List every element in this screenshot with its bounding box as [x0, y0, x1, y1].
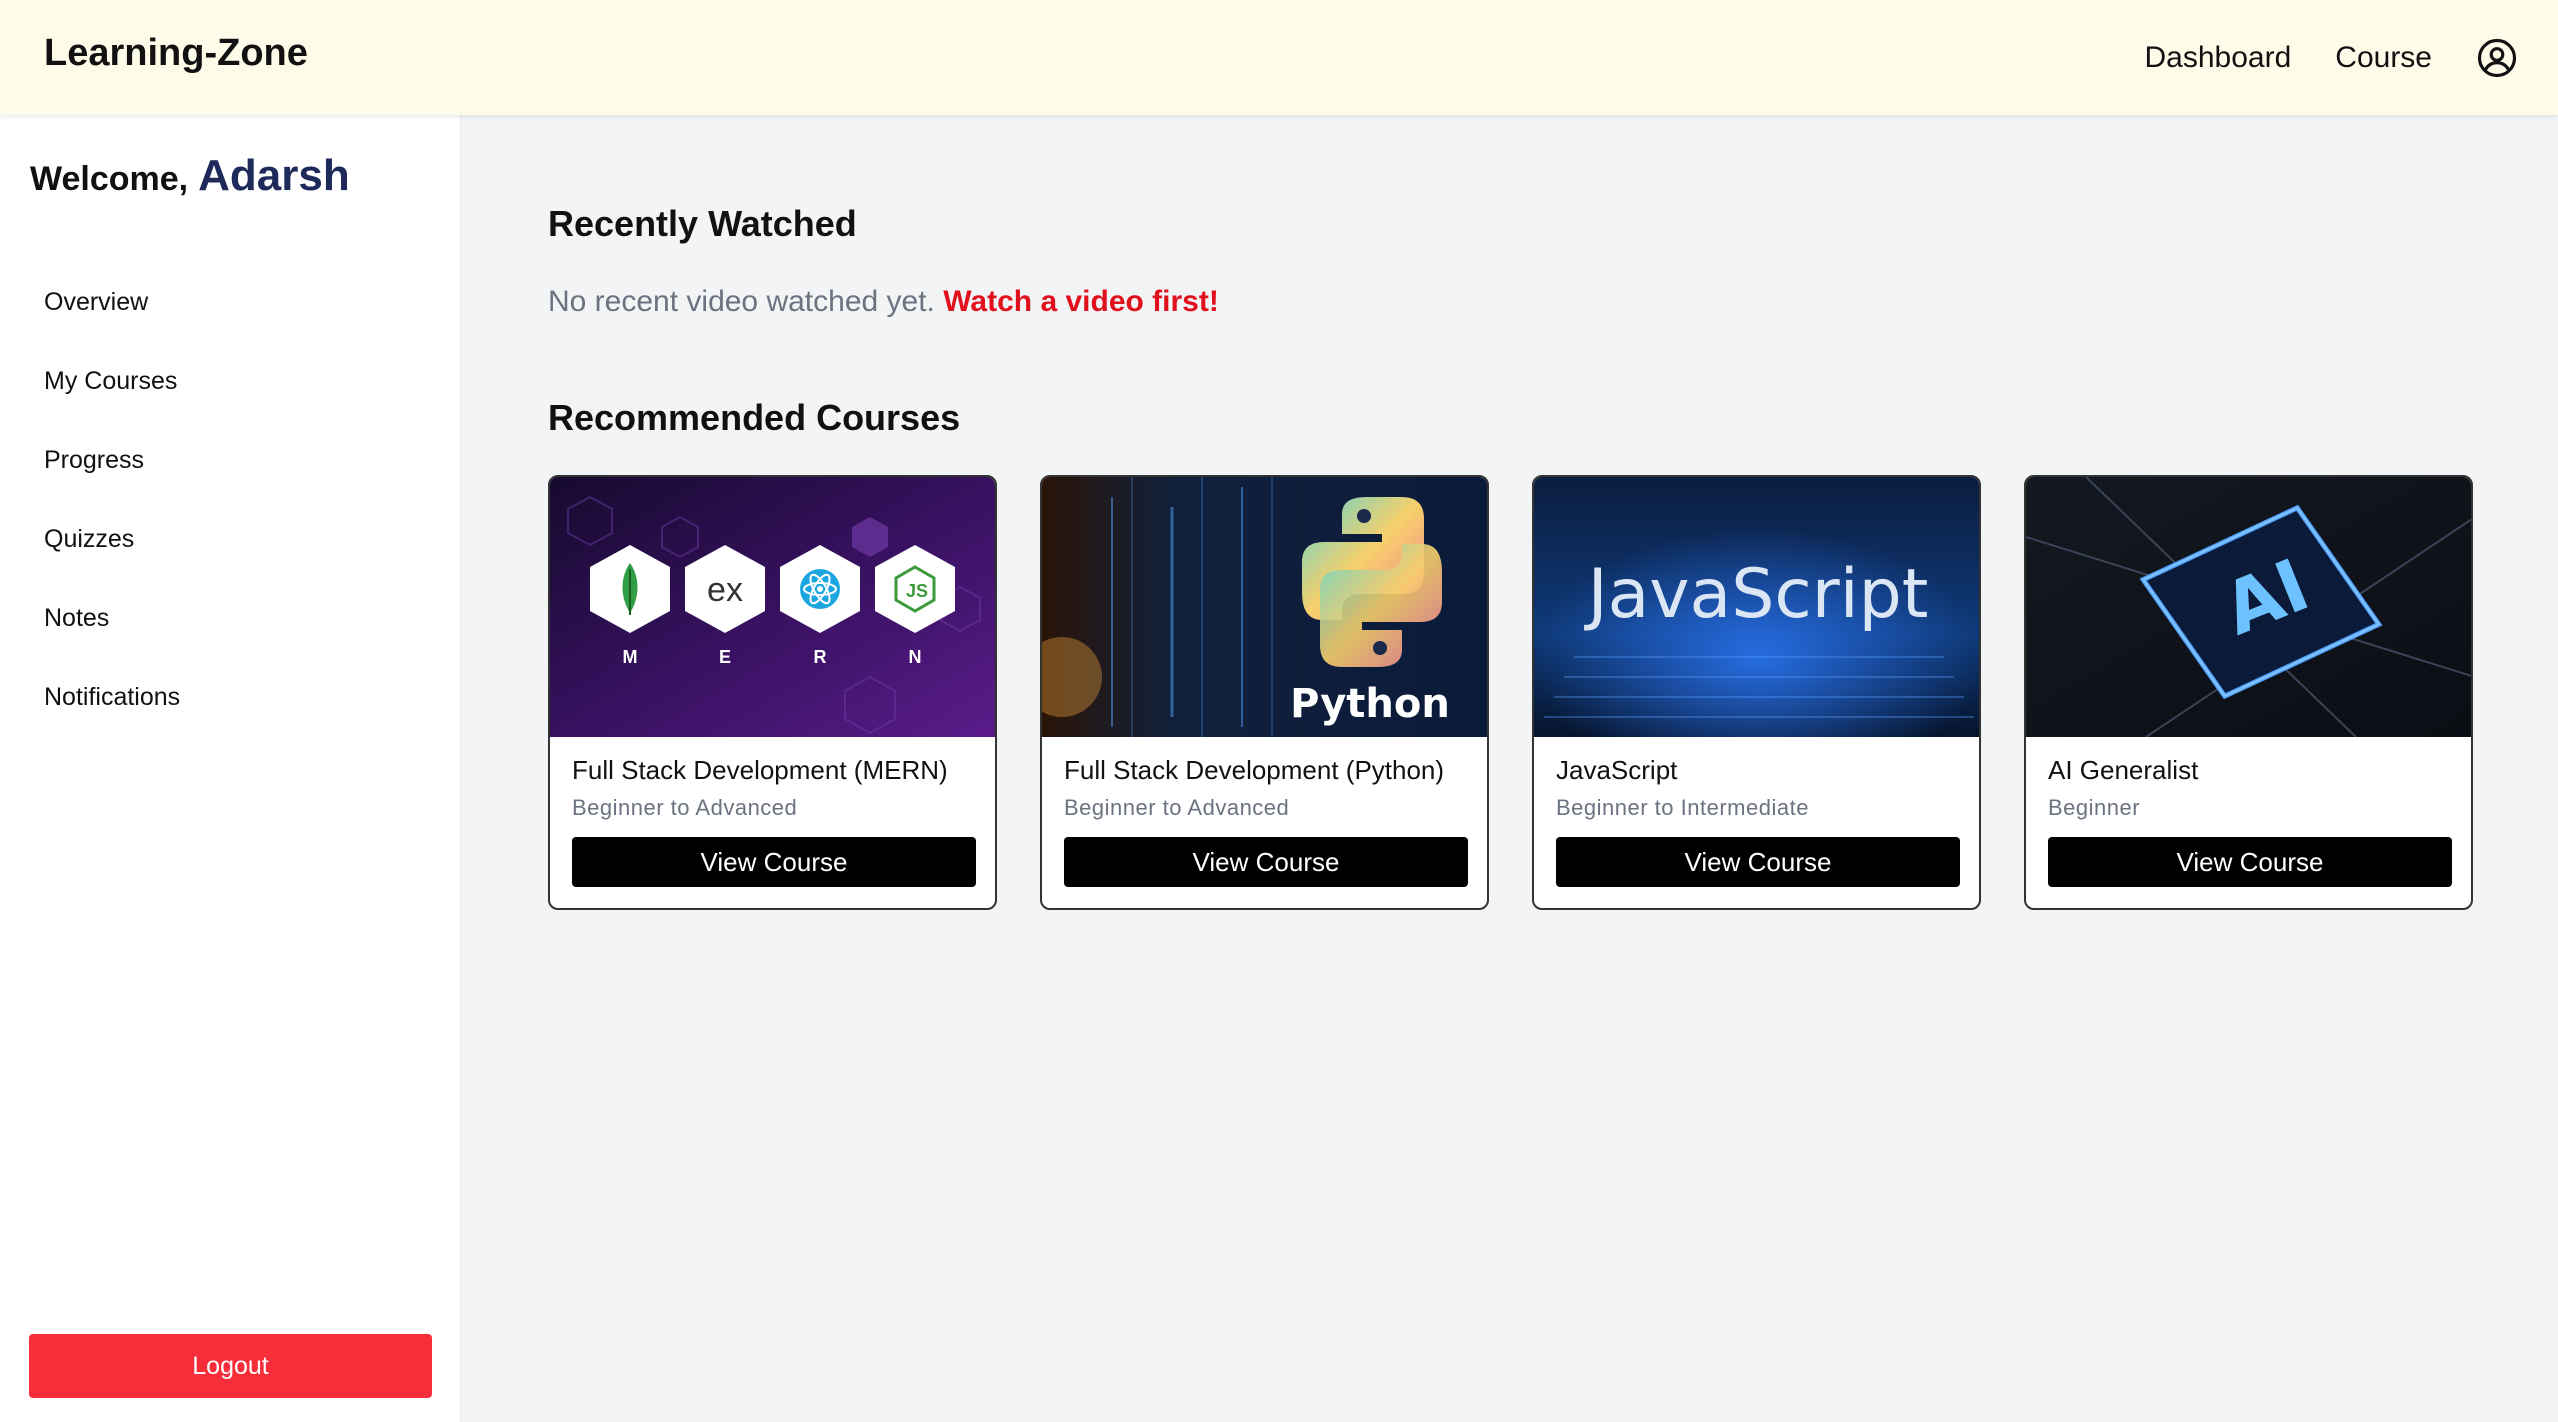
- mern-letter-r: R: [814, 647, 827, 667]
- recent-empty-text: No recent video watched yet.: [548, 285, 935, 318]
- course-title: JavaScript: [1556, 755, 1678, 785]
- course-card-ai: AI AI Generalist Beginner View Course: [2024, 475, 2473, 910]
- python-logo-text: Python: [1290, 681, 1450, 727]
- sidebar-item-my-courses[interactable]: My Courses: [44, 342, 180, 421]
- watch-video-link[interactable]: Watch a video first!: [943, 285, 1219, 318]
- course-level: Beginner to Advanced: [1064, 795, 1290, 820]
- welcome-prefix: Welcome,: [30, 160, 189, 198]
- top-nav: Dashboard Course: [2145, 0, 2518, 115]
- user-name: Adarsh: [198, 151, 350, 200]
- mern-letter-m: M: [623, 647, 638, 667]
- course-title: Full Stack Development (MERN): [572, 755, 948, 785]
- view-course-button[interactable]: View Course: [2048, 837, 2452, 887]
- course-level: Beginner: [2048, 795, 2141, 820]
- python-thumbnail: Python: [1042, 477, 1487, 737]
- recently-watched-empty: No recent video watched yet. Watch a vid…: [548, 285, 1219, 319]
- sidebar-item-notifications[interactable]: Notifications: [44, 658, 180, 737]
- mern-ex-text: ex: [707, 571, 743, 609]
- sidebar: Welcome, Adarsh Overview My Courses Prog…: [0, 115, 461, 1422]
- welcome-greeting: Welcome, Adarsh: [30, 151, 350, 201]
- mern-letter-e: E: [719, 647, 731, 667]
- view-course-button[interactable]: View Course: [1556, 837, 1960, 887]
- course-level: Beginner to Intermediate: [1556, 795, 1809, 820]
- sidebar-menu: Overview My Courses Progress Quizzes Not…: [44, 263, 180, 737]
- svg-text:JS: JS: [906, 581, 928, 601]
- sidebar-item-overview[interactable]: Overview: [44, 263, 180, 342]
- course-card-python: Python Full Stack Development (Python) B…: [1040, 475, 1489, 910]
- view-course-button[interactable]: View Course: [572, 837, 976, 887]
- course-title: AI Generalist: [2048, 755, 2199, 785]
- javascript-thumbnail: JavaScript: [1534, 477, 1979, 737]
- javascript-logo-text: JavaScript: [1584, 555, 1929, 634]
- ai-thumbnail: AI: [2026, 477, 2471, 737]
- user-circle-icon[interactable]: [2476, 37, 2518, 79]
- sidebar-item-quizzes[interactable]: Quizzes: [44, 500, 180, 579]
- view-course-button[interactable]: View Course: [1064, 837, 1468, 887]
- course-title: Full Stack Development (Python): [1064, 755, 1445, 785]
- logout-button[interactable]: Logout: [29, 1334, 432, 1398]
- top-header: Learning-Zone Dashboard Course: [0, 0, 2558, 115]
- recommended-courses-title: Recommended Courses: [548, 397, 961, 438]
- course-card-mern: ex JS M E R N Full Stack Development (ME…: [548, 475, 997, 910]
- brand-logo[interactable]: Learning-Zone: [44, 32, 308, 75]
- sidebar-item-progress[interactable]: Progress: [44, 421, 180, 500]
- sidebar-item-notes[interactable]: Notes: [44, 579, 180, 658]
- nav-course-link[interactable]: Course: [2335, 41, 2432, 75]
- nav-dashboard-link[interactable]: Dashboard: [2145, 41, 2292, 75]
- course-level: Beginner to Advanced: [572, 795, 798, 820]
- course-card-javascript: JavaScript JavaScript Beginner to Interm…: [1532, 475, 1981, 910]
- course-cards: ex JS M E R N Full Stack Development (ME…: [548, 475, 2473, 910]
- recently-watched-title: Recently Watched: [548, 203, 857, 244]
- mern-thumbnail: ex JS M E R N: [550, 477, 995, 737]
- mern-letter-n: N: [909, 647, 922, 667]
